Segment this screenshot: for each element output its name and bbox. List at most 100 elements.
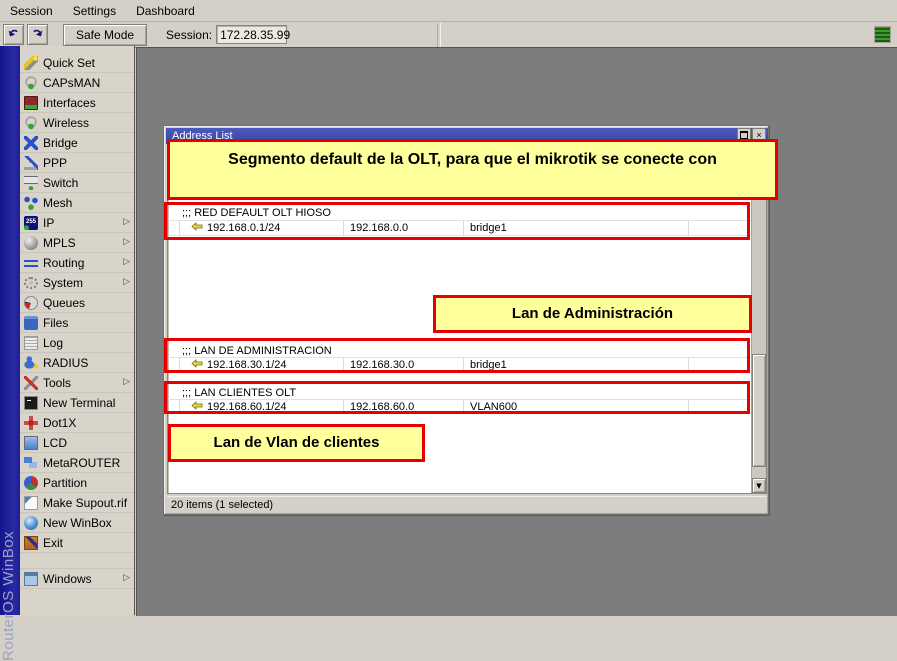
sidebar-item-mesh[interactable]: Mesh: [20, 193, 134, 213]
menu-dashboard[interactable]: Dashboard: [126, 2, 205, 20]
submenu-arrow-icon: ▷: [123, 574, 130, 583]
sidebar-item-label: LCD: [43, 436, 67, 450]
sidebar-item-ip[interactable]: 255 IP ▷: [20, 213, 134, 233]
pie-partition-icon: [24, 476, 38, 490]
sidebar-item-label: Files: [43, 316, 68, 330]
sidebar-item-interfaces[interactable]: Interfaces: [20, 93, 134, 113]
highlight-box-red-default-group: [164, 202, 750, 240]
redo-button[interactable]: [27, 24, 48, 45]
exit-icon: [24, 536, 38, 550]
sidebar-item-label: Log: [43, 336, 63, 350]
arrow-down-icon: ▼: [756, 482, 761, 490]
gear-icon: [24, 277, 38, 289]
annotation-text: Lan de Administración: [512, 305, 673, 322]
sidebar-item-lcd[interactable]: LCD: [20, 433, 134, 453]
antenna-icon: [24, 76, 38, 90]
annotation-clients-note: Lan de Vlan de clientes: [168, 424, 425, 462]
window-icon: [24, 572, 38, 586]
sidebar-item-label: Quick Set: [43, 56, 95, 70]
sidebar: Quick Set CAPsMAN Interfaces Wireless Br…: [20, 46, 135, 615]
sidebar-item-exit[interactable]: Exit: [20, 533, 134, 553]
user-key-icon: [24, 356, 38, 370]
sidebar-item-tools[interactable]: Tools ▷: [20, 373, 134, 393]
sidebar-item-make-supout[interactable]: Make Supout.rif: [20, 493, 134, 513]
sphere-icon: [24, 236, 38, 250]
undo-button[interactable]: [3, 24, 24, 45]
sidebar-item-bridge[interactable]: Bridge: [20, 133, 134, 153]
sidebar-item-ppp[interactable]: PPP: [20, 153, 134, 173]
metarouter-icon: [24, 456, 38, 470]
sidebar-item-radius[interactable]: RADIUS: [20, 353, 134, 373]
sidebar-item-queues[interactable]: Queues: [20, 293, 134, 313]
interface-card-icon: [24, 96, 38, 110]
document-icon: [24, 496, 38, 510]
sidebar-item-label: New Terminal: [43, 396, 115, 410]
sidebar-item-quick-set[interactable]: Quick Set: [20, 53, 134, 73]
folder-icon: [24, 316, 38, 330]
sidebar-item-label: Exit: [43, 536, 63, 550]
routing-arrows-icon: [24, 256, 38, 270]
annotation-admin-note: Lan de Administración: [433, 295, 752, 333]
submenu-arrow-icon: ▷: [123, 238, 130, 247]
sidebar-item-routing[interactable]: Routing▷: [20, 253, 134, 273]
sidebar-item-log[interactable]: Log: [20, 333, 134, 353]
menu-session[interactable]: Session: [0, 2, 63, 20]
terminal-icon: [24, 396, 38, 410]
sidebar-item-label: Routing: [43, 256, 84, 270]
sidebar-item-mpls[interactable]: MPLS▷: [20, 233, 134, 253]
sidebar-item-label: Switch: [43, 176, 78, 190]
undo-arrow-icon: [7, 26, 20, 44]
sidebar-item-wireless[interactable]: Wireless: [20, 113, 134, 133]
window-status-bar: 20 items (1 selected): [167, 496, 767, 513]
dot1x-icon: [24, 416, 38, 430]
session-address-field[interactable]: 172.28.35.99: [216, 25, 287, 44]
scroll-down-button[interactable]: ▼: [752, 478, 766, 493]
annotation-text: Lan de Vlan de clientes: [214, 434, 380, 451]
scrollbar-thumb[interactable]: [752, 354, 766, 467]
sidebar-item-label: Queues: [43, 296, 85, 310]
ppp-link-icon: [24, 156, 38, 170]
sidebar-item-dot1x[interactable]: Dot1X: [20, 413, 134, 433]
session-label: Session:: [166, 28, 212, 42]
sidebar-item-label: Interfaces: [43, 96, 96, 110]
sidebar-item-new-terminal[interactable]: New Terminal: [20, 393, 134, 413]
ip-255-badge-icon: 255: [24, 216, 38, 230]
sidebar-item-label: IP: [43, 216, 54, 230]
submenu-arrow-icon: ▷: [123, 218, 130, 227]
toolbar: Safe Mode Session: 172.28.35.99: [0, 22, 897, 48]
sidebar-item-label: New WinBox: [43, 516, 112, 530]
status-text: 20 items (1 selected): [171, 499, 273, 511]
sidebar-item-partition[interactable]: Partition: [20, 473, 134, 493]
highlight-box-admin-group: [164, 338, 750, 373]
toolbar-separator: [437, 23, 441, 47]
sidebar-item-label: Make Supout.rif: [43, 496, 127, 510]
submenu-arrow-icon: ▷: [123, 378, 130, 387]
switch-icon: [24, 176, 38, 190]
crossed-tools-icon: [24, 376, 38, 390]
sidebar-item-system[interactable]: System▷: [20, 273, 134, 293]
wireless-antenna-icon: [24, 116, 38, 130]
menu-settings[interactable]: Settings: [63, 2, 126, 20]
sidebar-item-switch[interactable]: Switch: [20, 173, 134, 193]
menu-bar: Session Settings Dashboard: [0, 0, 897, 22]
sidebar-item-label: Dot1X: [43, 416, 76, 430]
vertical-scrollbar[interactable]: ▲ ▼: [751, 160, 766, 493]
wand-icon: [24, 56, 38, 70]
safe-mode-button[interactable]: Safe Mode: [63, 24, 147, 46]
sidebar-item-capsman[interactable]: CAPsMAN: [20, 73, 134, 93]
sidebar-item-files[interactable]: Files: [20, 313, 134, 333]
green-signal-block-icon: [874, 26, 891, 43]
sidebar-item-label: Wireless: [43, 116, 89, 130]
sidebar-item-label: CAPsMAN: [43, 76, 100, 90]
sidebar-item-windows[interactable]: Windows▷: [20, 569, 134, 589]
brand-vertical-text: RouterOS WinBox: [0, 431, 20, 661]
sidebar-item-metarouter[interactable]: MetaROUTER: [20, 453, 134, 473]
sidebar-item-label: PPP: [43, 156, 67, 170]
redo-arrow-icon: [31, 26, 44, 44]
sidebar-item-new-winbox[interactable]: New WinBox: [20, 513, 134, 533]
sidebar-item-label: MetaROUTER: [43, 456, 120, 470]
sidebar-item-label: Tools: [43, 376, 71, 390]
globe-icon: [24, 516, 38, 530]
annotation-top-note: Segmento default de la OLT, para que el …: [167, 139, 778, 200]
bridge-arrows-icon: [24, 136, 38, 150]
